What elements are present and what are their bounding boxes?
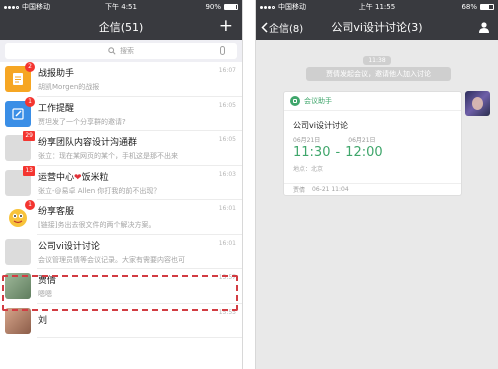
chat-item-liu[interactable]: 刘 15:55 (0, 304, 242, 339)
battery-percent: 90% (205, 3, 221, 11)
carrier-label: 中国移动 (22, 3, 50, 11)
end-date: 06月21日 (348, 137, 376, 144)
chat-preview: [链接]务出去很文件的两个解决方案。 (38, 221, 156, 230)
group-avatar (5, 238, 31, 265)
nav-bar: 企信(51) + (0, 14, 242, 40)
chat-preview: 会议管理员情等会议记录。大家有需要内容也可 (38, 255, 185, 264)
chat-screen: 中国移动 上午 11:55 68% 企信(8) 公司vi设计讨论(3) 11:3… (255, 0, 498, 369)
avatar: 1 (5, 96, 35, 127)
group-avatar: 29 (5, 131, 35, 162)
system-notice: 贾倩发起会议，邀请他人加入讨论 (306, 67, 451, 81)
search-placeholder: 搜索 (120, 47, 134, 55)
chat-title: 贾倩 (38, 276, 57, 287)
meeting-place: 地点：北京 (293, 166, 324, 173)
heart-icon: ❤ (74, 172, 82, 183)
chat-preview: 嗯嗯 (38, 290, 52, 299)
start-date: 06月21日 (293, 137, 321, 144)
end-time: 12:00 (345, 145, 383, 160)
unread-badge: 29 (23, 131, 35, 142)
chat-item-operations[interactable]: 13 运营中心❤饭米粒 张立-@易卓 Allen 你打我的前不出现？ 16:03 (0, 165, 242, 201)
chat-item-work-reminder[interactable]: 1 工作提醒 贾坦发了一个分享群的邀请? 16:05 (0, 96, 242, 132)
back-label: 企信(8) (269, 24, 304, 35)
chat-preview: 贾坦发了一个分享群的邀请? (38, 117, 126, 126)
chat-time: 16:03 (218, 170, 236, 178)
back-button[interactable]: 企信(8) (261, 20, 303, 35)
time-separator: - (335, 145, 341, 160)
start-time: 11:30 (293, 145, 331, 160)
chat-time: 16:07 (218, 67, 236, 74)
battery-percent: 68% (461, 3, 477, 11)
chat-time: 16:05 (218, 101, 236, 109)
chat-title: 纷享团队内容设计沟通群 (38, 138, 138, 149)
chat-list-screen: 中国移动 下午 4:51 90% 企信(51) + 搜索 2 战报助手 胡凯Mo… (0, 0, 243, 369)
status-bar: 中国移动 下午 4:51 90% (0, 0, 242, 14)
unread-badge: 1 (25, 96, 35, 107)
signal-icon (260, 5, 275, 9)
avatar (5, 307, 31, 334)
nav-bar: 企信(8) 公司vi设计讨论(3) (256, 14, 498, 40)
chat-title: 工作提醒 (38, 103, 75, 114)
chat-title: 战报助手 (38, 69, 75, 80)
pencil-icon (12, 108, 24, 120)
chat-time: 15:57 (218, 274, 236, 281)
avatar: 1 (5, 200, 35, 231)
avatar: 2 (5, 62, 35, 93)
microphone-icon[interactable] (220, 46, 225, 55)
sender-avatar[interactable] (465, 91, 490, 116)
person-icon[interactable] (478, 21, 490, 33)
chat-preview: 张立-@易卓 Allen 你打我的前不出现？ (38, 186, 161, 195)
chat-time: 15:55 (218, 308, 236, 316)
page-title: 公司vi设计讨论(3) (331, 21, 423, 34)
unread-badge: 1 (25, 200, 35, 211)
chat-title: 刘 (38, 315, 48, 326)
message-timestamp: 11:38 (256, 47, 498, 66)
chat-item-vi-design[interactable]: 公司vi设计讨论 会议管理员情等会议记录。大家有需要内容也可 16:01 (0, 235, 242, 270)
add-icon[interactable]: + (219, 16, 233, 36)
chat-title: 纷享客服 (38, 207, 75, 218)
document-icon (13, 73, 23, 86)
card-app-name: 会议助手 (304, 97, 332, 105)
search-icon (108, 47, 116, 55)
created-time: 06-21 11:04 (312, 186, 349, 193)
chat-time: 16:01 (218, 239, 236, 247)
chat-item-jiaqian[interactable]: 贾倩 嗯嗯 15:57 (0, 269, 242, 304)
creator-name: 贾倩 (293, 187, 306, 194)
chat-preview: 张立：现在某网页的某个，手机这是那不出来 (38, 152, 178, 161)
search-input[interactable]: 搜索 (5, 43, 237, 59)
meeting-title: 公司vi设计讨论 (293, 121, 348, 130)
unread-badge: 2 (25, 62, 35, 73)
battery-icon (480, 4, 494, 10)
card-footer: 贾倩 06-21 11:04 (284, 183, 461, 195)
chat-title: 运营中心❤饭米粒 (38, 172, 109, 183)
chat-preview: 胡凯Morgen的战报 (38, 83, 100, 92)
meeting-icon (290, 96, 300, 106)
chat-title: 公司vi设计讨论 (38, 241, 100, 252)
chat-item-battle-report[interactable]: 2 战报助手 胡凯Morgen的战报 16:07 (0, 62, 242, 97)
page-title: 企信(51) (98, 21, 144, 34)
signal-icon (4, 5, 19, 9)
battery-icon (224, 4, 238, 10)
carrier-label: 中国移动 (278, 3, 306, 11)
avatar (5, 273, 31, 300)
search-bar: 搜索 (0, 40, 242, 62)
meeting-card[interactable]: 会议助手 公司vi设计讨论 06月21日 06月21日 11:30 - 12:0… (283, 91, 462, 196)
status-bar: 中国移动 上午 11:55 68% (256, 0, 498, 14)
chat-time: 16:05 (218, 136, 236, 143)
chevron-left-icon (261, 22, 268, 33)
chat-item-customer-service[interactable]: 1 纷享客服 [链接]务出去很文件的两个解决方案。 16:01 (0, 200, 242, 235)
chat-list: 2 战报助手 胡凯Morgen的战报 16:07 1 工作提醒 贾坦发了一个分享… (0, 62, 242, 338)
group-avatar: 13 (5, 165, 35, 196)
chat-time: 16:01 (218, 205, 236, 212)
unread-badge: 13 (23, 165, 35, 176)
chat-item-design-group[interactable]: 29 纷享团队内容设计沟通群 张立：现在某网页的某个，手机这是那不出来 16:0… (0, 131, 242, 166)
card-header: 会议助手 (284, 92, 461, 111)
